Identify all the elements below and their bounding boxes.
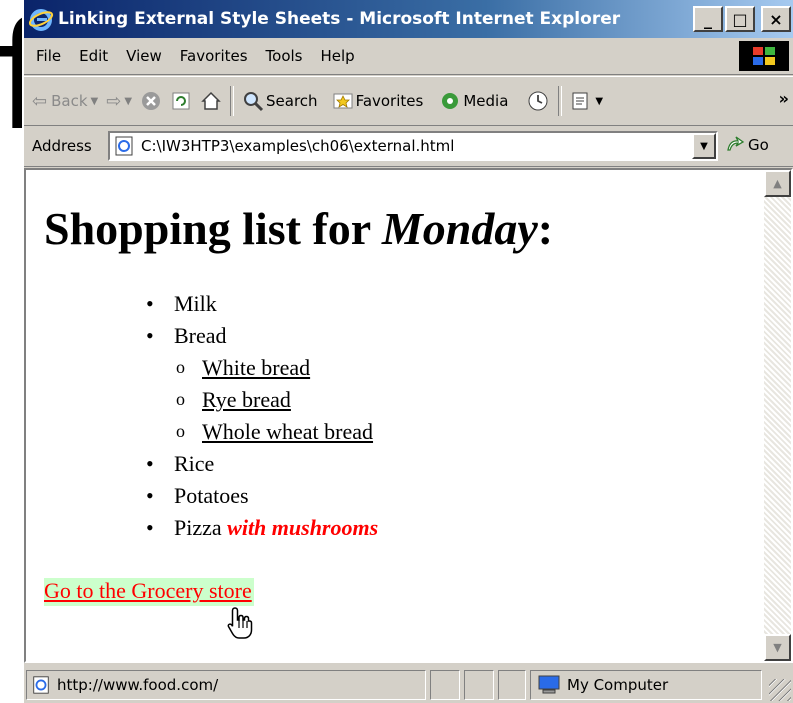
scroll-down-button[interactable]: ▼ <box>764 634 791 661</box>
go-label: Go <box>748 136 769 154</box>
toolbar-separator <box>558 86 563 116</box>
go-button[interactable]: Go <box>724 134 769 156</box>
vertical-scrollbar[interactable]: ▲ ▼ <box>764 170 791 661</box>
window-title: Linking External Style Sheets - Microsof… <box>58 9 621 29</box>
favorites-button[interactable]: Favorites <box>332 90 424 112</box>
page-heading: Shopping list for Monday: <box>44 202 553 255</box>
heading-prefix: Shopping list for <box>44 203 382 254</box>
menu-view[interactable]: View <box>126 47 162 65</box>
search-icon <box>244 92 264 112</box>
history-button[interactable] <box>526 90 550 112</box>
mail-button[interactable]: ▼ <box>570 90 603 112</box>
resize-grip[interactable] <box>769 679 791 701</box>
address-label: Address <box>32 137 92 155</box>
bread-sublist: White bread Rye bread Whole wheat bread <box>174 351 378 448</box>
chevron-down-icon: ▼ <box>124 95 133 107</box>
menu-favorites[interactable]: Favorites <box>180 47 248 65</box>
home-icon <box>201 91 221 110</box>
item-potatoes: Potatoes <box>174 483 249 508</box>
list-item: Rye bread <box>174 383 378 416</box>
address-input[interactable]: C:\IW3HTP3\examples\ch06\external.html ▼ <box>108 131 718 161</box>
home-button[interactable] <box>200 90 222 112</box>
zone-label: My Computer <box>567 676 669 694</box>
status-url: http://www.food.com/ <box>57 676 219 694</box>
back-arrow-icon: ⇦ <box>32 90 48 112</box>
status-panel <box>498 670 526 700</box>
search-label: Search <box>266 92 318 110</box>
grocery-store-link[interactable]: Go to the Grocery store <box>44 578 254 606</box>
page-viewport: Shopping list for Monday: Milk Bread Whi… <box>24 168 793 663</box>
security-zone-panel: My Computer <box>530 670 762 700</box>
back-label: Back <box>51 92 88 110</box>
page-icon <box>115 136 133 156</box>
heading-suffix: : <box>537 203 554 254</box>
pizza-extra: with mushrooms <box>227 515 379 540</box>
heading-day: Monday <box>381 203 538 254</box>
list-item: Pizza with mushrooms <box>146 512 378 544</box>
favorites-label: Favorites <box>355 92 424 110</box>
list-item: White bread <box>174 351 378 384</box>
item-milk: Milk <box>174 291 217 316</box>
list-item: Potatoes <box>146 480 378 512</box>
item-bread: Bread <box>174 323 227 348</box>
address-url: C:\IW3HTP3\examples\ch06\external.html <box>141 137 455 155</box>
stop-button[interactable] <box>140 90 162 112</box>
list-item: Bread White bread Rye bread Whole wheat … <box>146 320 378 448</box>
scroll-up-button[interactable]: ▲ <box>764 170 791 197</box>
history-icon <box>528 91 548 111</box>
refresh-button[interactable] <box>170 90 192 112</box>
page-content: Shopping list for Monday: Milk Bread Whi… <box>26 170 766 661</box>
toolbar-separator <box>230 86 235 116</box>
menu-help[interactable]: Help <box>321 47 355 65</box>
computer-icon <box>538 675 560 694</box>
mail-icon <box>572 92 588 110</box>
favorites-icon <box>333 93 353 109</box>
minimize-button[interactable]: _ <box>693 6 723 32</box>
rye-bread-link[interactable]: Rye bread <box>202 387 291 412</box>
menu-file[interactable]: File <box>36 47 61 65</box>
forward-arrow-icon: ⇨ <box>106 90 122 112</box>
menu-tools[interactable]: Tools <box>266 47 303 65</box>
menu-bar: File Edit View Favorites Tools Help <box>24 38 793 75</box>
list-item: Whole wheat bread <box>174 415 378 448</box>
address-bar: Address C:\IW3HTP3\examples\ch06\externa… <box>24 126 793 167</box>
status-panel <box>464 670 494 700</box>
white-bread-link[interactable]: White bread <box>202 355 310 380</box>
title-bar: Linking External Style Sheets - Microsof… <box>24 0 793 38</box>
item-rice: Rice <box>174 451 215 476</box>
address-dropdown-button[interactable]: ▼ <box>692 133 716 159</box>
close-button[interactable]: × <box>761 6 791 32</box>
chevron-down-icon: ▼ <box>90 95 99 107</box>
stop-icon <box>142 92 161 110</box>
browser-window: Linking External Style Sheets - Microsof… <box>22 0 793 703</box>
media-label: Media <box>463 92 509 110</box>
go-arrow-icon <box>727 136 745 151</box>
list-item: Milk <box>146 288 378 320</box>
maximize-button[interactable]: □ <box>725 6 755 32</box>
menu-edit[interactable]: Edit <box>79 47 108 65</box>
page-icon <box>33 676 49 694</box>
window-controls: _ □ × <box>693 6 791 32</box>
search-button[interactable]: Search <box>242 90 318 112</box>
media-button[interactable]: Media <box>439 90 508 112</box>
list-item: Rice <box>146 448 378 480</box>
standard-toolbar: ⇦ Back ▼ ⇨ ▼ Search Favorites Media ▼ » <box>24 76 793 126</box>
back-button[interactable]: ⇦ Back ▼ <box>32 91 98 112</box>
ie-icon <box>28 9 54 31</box>
status-text-panel: http://www.food.com/ <box>26 670 426 700</box>
toolbar-overflow-button[interactable]: » <box>779 89 789 108</box>
status-panel <box>430 670 460 700</box>
whole-wheat-bread-link[interactable]: Whole wheat bread <box>202 419 373 444</box>
chevron-down-icon: ▼ <box>595 95 604 107</box>
status-bar: http://www.food.com/ My Computer <box>24 667 793 703</box>
media-icon <box>442 93 459 109</box>
item-pizza: Pizza <box>174 515 222 540</box>
refresh-icon <box>172 92 190 110</box>
shopping-list: Milk Bread White bread Rye bread Whole w… <box>146 288 378 544</box>
hand-cursor-icon <box>227 607 253 639</box>
windows-logo-icon <box>739 41 789 71</box>
forward-button[interactable]: ⇨ ▼ <box>106 91 132 112</box>
